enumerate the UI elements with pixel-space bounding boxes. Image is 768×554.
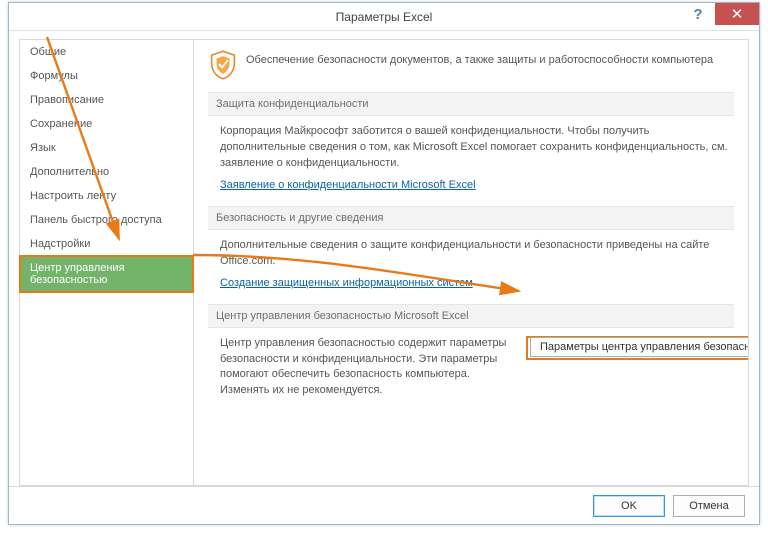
- section-trustcenter-body: Центр управления безопасностью содержит …: [208, 336, 734, 410]
- privacy-text: Корпорация Майкрософт заботится о вашей …: [220, 125, 728, 169]
- window-buttons: ? ✕: [681, 3, 759, 25]
- sidebar-item-qat[interactable]: Панель быстрого доступа: [20, 208, 193, 232]
- section-security-title: Безопасность и другие сведения: [208, 206, 734, 230]
- trust-center-settings-button[interactable]: Параметры центра управления безопасность…: [530, 337, 749, 357]
- sidebar-item-formulas[interactable]: Формулы: [20, 64, 193, 88]
- sidebar-item-save[interactable]: Сохранение: [20, 112, 193, 136]
- privacy-statement-link[interactable]: Заявление о конфиденциальности Microsoft…: [220, 178, 476, 194]
- section-security-body: Дополнительные сведения о защите конфиде…: [208, 238, 734, 302]
- sidebar-item-trust-center[interactable]: Центр управления безопасностью: [20, 256, 193, 292]
- banner: Обеспечение безопасности документов, а т…: [208, 44, 734, 90]
- category-sidebar: Общие Формулы Правописание Сохранение Яз…: [19, 39, 194, 486]
- excel-options-dialog: Параметры Excel ? ✕ Общие Формулы Правоп…: [8, 2, 760, 525]
- titlebar: Параметры Excel ? ✕: [9, 3, 759, 31]
- sidebar-item-general[interactable]: Общие: [20, 40, 193, 64]
- security-text: Дополнительные сведения о защите конфиде…: [220, 239, 709, 267]
- cancel-button[interactable]: Отмена: [673, 495, 745, 517]
- shield-icon: [210, 50, 236, 80]
- dialog-footer: OK Отмена: [9, 486, 759, 524]
- trustcenter-text: Центр управления безопасностью содержит …: [220, 336, 510, 400]
- ok-button[interactable]: OK: [593, 495, 665, 517]
- section-privacy-title: Защита конфиденциальности: [208, 92, 734, 116]
- highlight-box: Параметры центра управления безопасность…: [526, 336, 749, 360]
- section-trustcenter-title: Центр управления безопасностью Microsoft…: [208, 304, 734, 328]
- content-pane: Обеспечение безопасности документов, а т…: [194, 39, 749, 486]
- help-button[interactable]: ?: [681, 3, 715, 25]
- section-privacy-body: Корпорация Майкрософт заботится о вашей …: [208, 124, 734, 204]
- sidebar-item-proofing[interactable]: Правописание: [20, 88, 193, 112]
- security-link[interactable]: Создание защищенных информационных систе…: [220, 276, 473, 292]
- sidebar-item-language[interactable]: Язык: [20, 136, 193, 160]
- dialog-body: Общие Формулы Правописание Сохранение Яз…: [9, 31, 759, 486]
- close-button[interactable]: ✕: [715, 3, 759, 25]
- banner-text: Обеспечение безопасности документов, а т…: [246, 50, 713, 80]
- sidebar-item-addins[interactable]: Надстройки: [20, 232, 193, 256]
- sidebar-item-ribbon[interactable]: Настроить ленту: [20, 184, 193, 208]
- window-title: Параметры Excel: [9, 10, 759, 24]
- sidebar-item-advanced[interactable]: Дополнительно: [20, 160, 193, 184]
